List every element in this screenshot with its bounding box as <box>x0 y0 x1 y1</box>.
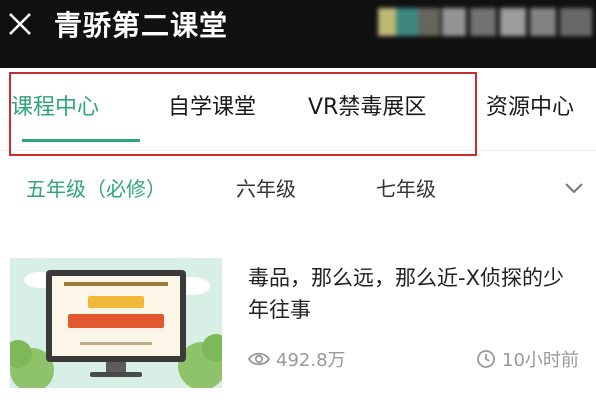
eye-icon <box>248 352 270 366</box>
course-card[interactable]: 毒品，那么远，那么近-X侦探的少年往事 492.8万 10小时前 <box>0 240 596 400</box>
publish-time-value: 10小时前 <box>502 350 579 371</box>
thumbnail-illustration <box>10 258 222 388</box>
highlight-box <box>9 72 477 156</box>
course-title[interactable]: 毒品，那么远，那么近-X侦探的少年往事 <box>248 262 582 326</box>
tab-resource-center[interactable]: 资源中心 <box>486 88 574 128</box>
expand-grades-button[interactable] <box>562 176 586 200</box>
clock-icon <box>477 350 495 368</box>
view-count: 492.8万 <box>248 346 346 372</box>
grade-7-tab[interactable]: 七年级 <box>376 174 436 204</box>
grade-6-tab[interactable]: 六年级 <box>236 174 296 204</box>
view-count-value: 492.8万 <box>276 350 346 371</box>
chevron-down-icon <box>565 183 583 194</box>
close-button[interactable] <box>4 8 36 40</box>
app-header: 青骄第二课堂 <box>0 0 596 68</box>
publish-time: 10小时前 <box>476 346 579 372</box>
page-title: 青骄第二课堂 <box>54 9 229 42</box>
course-thumbnail[interactable] <box>10 258 222 388</box>
blurred-header-area <box>378 2 594 42</box>
grade-5-tab[interactable]: 五年级（必修） <box>26 174 166 204</box>
close-icon <box>9 13 31 35</box>
grade-filter: 五年级（必修） 六年级 七年级 <box>0 160 596 218</box>
